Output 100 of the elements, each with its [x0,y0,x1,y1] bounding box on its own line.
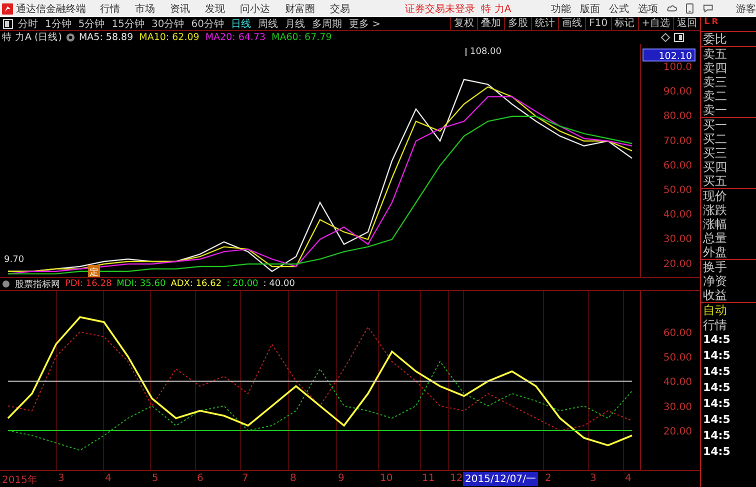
low-price-label: 9.70 [4,255,24,265]
menu-item[interactable]: 版面 [580,2,600,16]
panel-toggle-icon[interactable] [3,18,13,28]
panel-icon[interactable] [674,33,684,42]
period-tab[interactable]: 分时 [18,16,38,30]
corner-letter: R [712,17,718,26]
app-logo-icon [2,2,14,14]
price-axis-label: 80.00 [663,111,692,122]
menu-item[interactable]: 财富圈 [285,2,316,16]
tick-time: 14:5 [702,380,732,396]
quote-field-label: 买三 [702,146,728,160]
phone-icon[interactable] [686,3,694,14]
auto-label[interactable]: 自动 [701,302,756,318]
ma-value: MA20: 64.73 [205,32,266,43]
tick-time: 14:5 [702,396,732,412]
period-tab[interactable]: 5分钟 [78,16,105,30]
quote-field-label: 涨跌 [702,203,728,217]
settings-icon[interactable] [66,33,75,42]
indicator-value: PDI: 16.28 [65,279,112,289]
tick-time: 14:5 [702,444,732,460]
quote-field-label: 净资 [702,274,728,288]
indicator-name[interactable]: 股票指标网 [15,278,60,290]
date-axis-label: 2 [544,473,552,484]
quote-field-label: 委比 [702,32,728,46]
toolbar-button[interactable]: +自选 [638,17,673,30]
chart-title: 特 力A (日线) [2,31,62,44]
indicator-value: : 20.00 [226,279,258,289]
indicator-axis-label: 60.00 [663,328,692,339]
date-axis-label: 11 [421,473,435,484]
user-name[interactable]: 游客 [736,2,756,16]
quote-field-label: 买五 [702,174,728,188]
price-axis-label: 20.00 [663,258,692,270]
indicator-icon[interactable] [2,280,10,288]
menu-item[interactable]: 功能 [551,2,572,16]
price-axis-label: 60.00 [663,160,692,172]
date-axis-label: 3 [57,473,64,484]
cursor-price-label: 102.10 [642,48,696,62]
corner-letter: L [704,17,710,27]
period-tab[interactable]: 15分钟 [112,16,144,30]
period-tab[interactable]: 更多 > [348,16,381,30]
quote-field-label: 换手 [702,260,728,274]
ma-value: MA60: 67.79 [272,32,332,43]
period-tab[interactable]: 月线 [284,16,305,30]
indicator-axis-label: 50.00 [663,352,692,364]
app-name: 通达信金融终端 [16,2,86,16]
quote-field-label: 卖一 [702,103,728,117]
ma-value: MA5: 58.89 [78,32,134,43]
period-tab[interactable]: 60分钟 [191,16,224,30]
date-axis-label: 4 [624,473,632,484]
quote-field-label: 卖五 [702,47,728,61]
stock-name: 特 力A [481,2,512,16]
quote-field-label: 买四 [702,160,728,174]
indicator-axis-label: 20.00 [663,426,692,438]
price-axis-label: 100.0 [663,62,692,73]
menu-item[interactable]: 市场 [135,2,156,16]
period-tab[interactable]: 周线 [258,16,278,30]
menu-item[interactable]: 交易 [330,2,350,16]
tick-time: 14:5 [702,412,732,428]
event-marker[interactable]: 定 [88,265,100,278]
period-tab[interactable]: 30分钟 [151,16,184,30]
price-axis-label: 30.00 [663,234,692,246]
quote-field-label: 涨幅 [702,217,728,231]
tick-list-title: 行情 [702,318,728,332]
period-tab[interactable]: 日线 [230,16,251,30]
menu-item[interactable]: 公式 [609,2,630,16]
menu-item[interactable]: 资讯 [170,2,190,16]
quote-field-label: 收益 [702,288,728,302]
price-axis-label: 50.00 [663,185,692,196]
login-status: 证券交易未登录 [405,2,476,16]
price-axis-label: 70.00 [663,136,692,147]
tick-time: 14:5 [702,428,732,444]
menu-item[interactable]: 问小达 [240,2,270,16]
price-axis-label: 40.00 [663,210,692,221]
menu-item[interactable]: 行情 [100,2,120,16]
menu-item[interactable]: 选项 [638,2,658,16]
diamond-icon[interactable] [661,33,670,42]
quote-field-label: 外盘 [702,245,728,259]
date-axis-label: 2015/12/07/一 [463,472,538,486]
ma-value: MA10: 62.09 [139,32,200,43]
date-axis-label: 10 [379,473,393,484]
indicator-value: MDI: 35.60 [116,279,166,289]
date-axis-label: 5 [151,473,158,484]
date-axis-label: 7 [241,473,248,484]
menu-item[interactable]: 发现 [205,2,226,16]
period-tab[interactable]: 1分钟 [45,16,72,30]
message-icon[interactable] [702,4,713,13]
quote-field-label: 卖二 [702,89,728,103]
date-axis-label: 6 [196,473,204,484]
high-price-label: 108.00 [466,47,502,57]
tick-time: 14:5 [702,348,732,364]
tick-time: 14:5 [702,364,732,380]
indicator-value: ADX: 16.62 [170,279,222,289]
date-axis-label: 3 [589,473,596,484]
cloud-icon[interactable] [667,4,678,14]
quote-field-label: 卖三 [702,75,728,89]
date-axis-label: 9 [337,473,344,484]
tick-time: 14:5 [702,332,732,348]
period-tab[interactable]: 多周期 [312,16,342,30]
indicator-value: : 40.00 [263,279,295,289]
indicator-axis-label: 40.00 [663,377,692,388]
